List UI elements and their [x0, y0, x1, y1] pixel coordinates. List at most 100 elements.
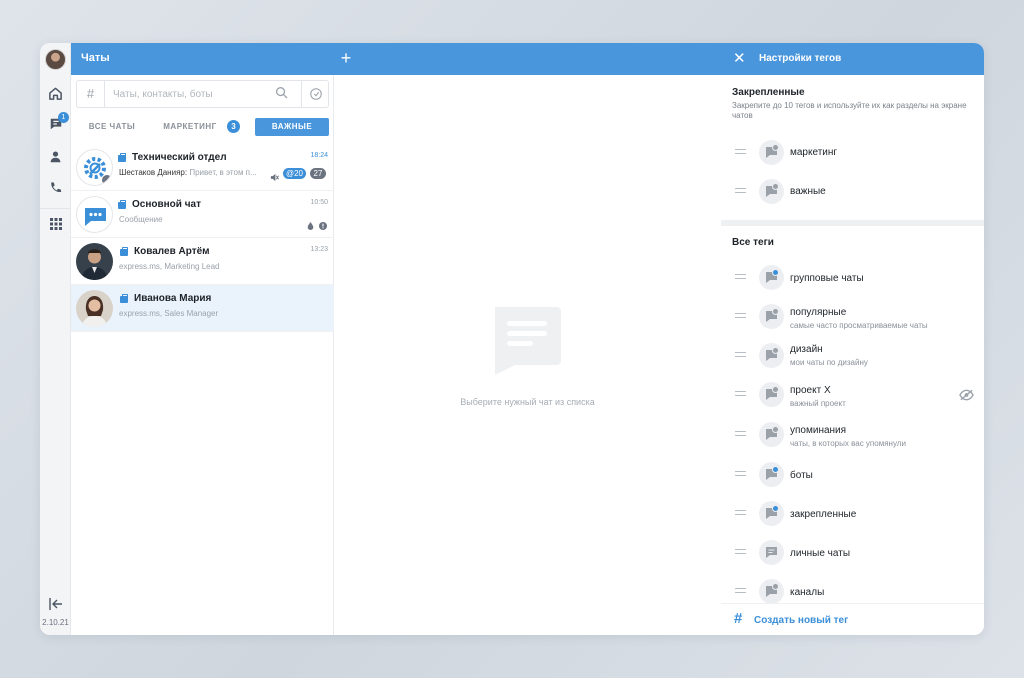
empty-chat-icon [493, 307, 561, 380]
tag-row[interactable]: боты [721, 457, 984, 493]
tag-row[interactable]: личные чаты [721, 535, 984, 571]
mention-badge: @20 [283, 168, 306, 179]
tag-filter-icon[interactable]: # [77, 81, 105, 107]
tag-icon [759, 579, 784, 604]
create-tag-label: Создать новый тег [754, 615, 849, 626]
user-avatar[interactable] [45, 49, 66, 70]
chat-time: 18:24 [310, 152, 328, 159]
drag-handle-icon[interactable] [735, 149, 746, 154]
tag-row[interactable]: популярные самые часто просматриваемые ч… [721, 299, 984, 335]
tag-name: боты [790, 470, 813, 481]
tag-description: самые часто просматриваемые чаты [790, 321, 928, 330]
tag-row[interactable]: групповые чаты [721, 260, 984, 296]
drag-handle-icon[interactable] [735, 510, 746, 515]
drag-handle-icon[interactable] [735, 188, 746, 193]
collapse-sidebar-icon[interactable] [40, 592, 71, 616]
new-chat-button[interactable]: + [335, 48, 357, 70]
chat-preview-text: Привет, в этом п... [189, 168, 257, 177]
chat-row-kovalev[interactable]: Ковалев Артём 13:23 express.ms, Marketin… [71, 238, 334, 285]
tag-row[interactable]: закрепленные [721, 496, 984, 532]
tag-icon [759, 540, 784, 565]
tag-name: важные [790, 186, 826, 197]
tag-settings-title: Настройки тегов [759, 53, 842, 64]
drag-handle-icon[interactable] [735, 352, 746, 357]
pinned-section-title: Закрепленные [732, 87, 805, 98]
new-chat-compose-icon[interactable] [301, 81, 330, 107]
chat-avatar [76, 149, 113, 186]
all-tags-title: Все теги [732, 237, 774, 248]
create-tag-button[interactable]: # Создать новый тег [721, 603, 984, 635]
chat-preview: Сообщение [119, 215, 163, 224]
info-icon [319, 217, 327, 235]
chat-name: Основной чат [132, 199, 201, 210]
pinned-section-desc: Закрепите до 10 тегов и используйте их к… [732, 101, 967, 120]
drag-handle-icon[interactable] [735, 431, 746, 436]
chats-title: Чаты [81, 52, 110, 64]
drag-handle-icon[interactable] [735, 313, 746, 318]
chat-name: Иванова Мария [134, 293, 212, 304]
close-icon[interactable]: ✕ [733, 51, 746, 66]
work-chat-icon [118, 200, 126, 209]
contacts-icon[interactable] [40, 144, 71, 168]
tag-name: маркетинг [790, 147, 838, 158]
tab-all-chats[interactable]: ВСЕ ЧАТЫ [76, 118, 148, 136]
unread-count-badge: 27 [310, 168, 326, 179]
drag-handle-icon[interactable] [735, 471, 746, 476]
tag-name: каналы [790, 587, 825, 598]
tag-icon [759, 382, 784, 407]
tag-icon [759, 343, 784, 368]
work-chat-icon [120, 294, 128, 303]
tag-row[interactable]: важные [721, 174, 984, 210]
work-chat-icon [120, 247, 128, 256]
tag-name: дизайн [790, 344, 823, 355]
work-chat-icon [118, 153, 126, 162]
hashtag-icon: # [734, 610, 743, 627]
tag-icon [759, 140, 784, 165]
tag-settings-panel: ✕ Настройки тегов Закрепленные Закрепите… [721, 43, 984, 635]
tag-description: чаты, в которых вас упомянули [790, 439, 906, 448]
chat-sender: Шестаков Данияр: [119, 168, 188, 177]
chat-area-empty: Выберите нужный чат из списка [334, 75, 721, 635]
search-box: # [76, 80, 329, 108]
chat-time: 10:50 [310, 199, 328, 206]
chat-row-tech-dept[interactable]: Технический отдел 18:24 Шестаков Данияр:… [71, 144, 334, 191]
nav-rail: 1 2.10.21 [40, 43, 71, 635]
drop-icon [307, 217, 314, 235]
apps-grid-icon[interactable] [40, 212, 71, 236]
tag-row[interactable]: дизайн мои чаты по дизайну [721, 338, 984, 374]
tag-name: личные чаты [790, 548, 850, 559]
chat-avatar [76, 196, 113, 233]
tag-name: проект X [790, 385, 831, 396]
drag-handle-icon[interactable] [735, 588, 746, 593]
unread-badge: 1 [58, 112, 69, 123]
chat-row-ivanova[interactable]: Иванова Мария express.ms, Sales Manager [71, 285, 334, 332]
hidden-eye-icon[interactable] [959, 388, 974, 406]
tag-name: упоминания [790, 425, 847, 436]
section-divider [721, 220, 984, 226]
tab-marketing[interactable]: МАРКЕТИНГ [156, 118, 224, 136]
tag-row[interactable]: упоминания чаты, в которых вас упомянули [721, 417, 984, 453]
tab-marketing-badge: 3 [227, 120, 240, 133]
search-icon[interactable] [275, 86, 288, 104]
tag-icon [759, 422, 784, 447]
home-icon[interactable] [40, 81, 71, 105]
tag-description: мои чаты по дизайну [790, 358, 868, 367]
chat-row-main[interactable]: Основной чат 10:50 Сообщение [71, 191, 334, 238]
app-version: 2.10.21 [42, 618, 69, 627]
search-input[interactable] [113, 86, 273, 102]
chat-avatar [76, 290, 113, 327]
tab-important[interactable]: ВАЖНЫЕ [255, 118, 329, 136]
chat-preview: Шестаков Данияр: Привет, в этом п... [119, 168, 257, 177]
tag-row[interactable]: проект X важный проект [721, 377, 984, 413]
phone-icon[interactable] [40, 175, 71, 199]
tag-icon [759, 304, 784, 329]
drag-handle-icon[interactable] [735, 274, 746, 279]
tag-row[interactable]: маркетинг [721, 135, 984, 171]
tag-description: важный проект [790, 399, 846, 408]
tag-icon [759, 501, 784, 526]
muted-icon [270, 169, 279, 187]
tag-name: популярные [790, 307, 847, 318]
tag-settings-header: ✕ Настройки тегов [721, 43, 984, 75]
drag-handle-icon[interactable] [735, 549, 746, 554]
drag-handle-icon[interactable] [735, 391, 746, 396]
